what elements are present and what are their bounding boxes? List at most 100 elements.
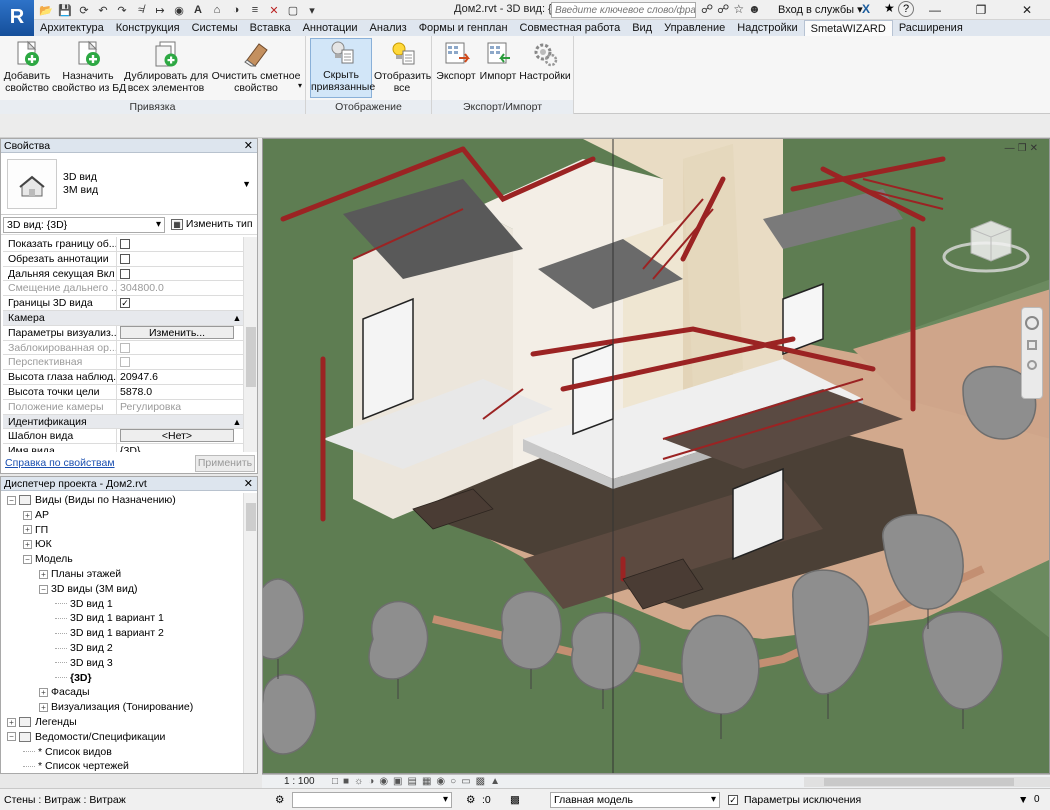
project-browser-scrollbar[interactable] — [243, 493, 257, 773]
tab-0[interactable]: Архитектура — [34, 20, 110, 36]
collapse-icon[interactable]: − — [23, 554, 32, 564]
expand-icon[interactable]: + — [23, 540, 32, 550]
text-icon[interactable]: A — [190, 3, 206, 18]
subscription-icon[interactable]: ☍ — [717, 2, 729, 16]
lock-view-icon[interactable]: ▦ — [422, 776, 431, 787]
tree-item[interactable]: + ГП — [1, 523, 243, 538]
tree-item[interactable]: − Ведомости/Спецификации — [1, 730, 243, 745]
measure-icon[interactable]: ≉ — [133, 3, 149, 18]
workset-combo[interactable] — [292, 792, 452, 808]
editable-only-icon[interactable]: ⚙ — [466, 794, 475, 806]
collapse-icon[interactable]: ▲ — [231, 311, 243, 325]
constraints-icon[interactable]: ▲ — [490, 776, 500, 787]
tab-7[interactable]: Совместная работа — [514, 20, 627, 36]
import-button[interactable]: Импорт — [478, 40, 518, 82]
expand-icon[interactable]: + — [39, 688, 48, 698]
undo-icon[interactable]: ↶ — [95, 3, 111, 18]
tab-6[interactable]: Формы и генплан — [413, 20, 514, 36]
open-icon[interactable]: 📂 — [38, 3, 54, 18]
tree-item[interactable]: 3D вид 2 — [1, 641, 243, 656]
tab-4[interactable]: Аннотации — [297, 20, 364, 36]
property-value[interactable]: {3D} — [117, 444, 243, 452]
close-icon[interactable]: ✕ — [244, 477, 253, 491]
sun-path-icon[interactable]: ☼ — [354, 776, 363, 787]
tab-10[interactable]: Надстройки — [731, 20, 803, 36]
3d-view-icon[interactable]: ⌂ — [209, 3, 225, 18]
property-section[interactable]: Идентификация ▲ — [3, 414, 243, 430]
properties-scrollbar[interactable] — [243, 237, 257, 452]
viewport-horizontal-scrollbar[interactable] — [804, 777, 1050, 787]
reveal-hidden-icon[interactable]: ○ — [450, 776, 456, 787]
instance-filter-combo[interactable]: 3D вид: {3D} — [3, 217, 165, 233]
duplicate-all-button[interactable]: Дублировать для всех элементов — [124, 40, 208, 94]
shadows-icon[interactable]: ◑ — [368, 776, 374, 787]
expand-icon[interactable]: + — [23, 525, 32, 535]
edit-type-button[interactable]: ▦ Изменить тип — [171, 218, 253, 230]
close-hidden-icon[interactable]: ✕ — [266, 3, 282, 18]
save-icon[interactable]: 💾 — [57, 3, 73, 18]
expand-icon[interactable]: + — [7, 717, 16, 727]
sign-in-button[interactable]: Вход в службы ▾ — [778, 3, 863, 16]
minimize-icon[interactable]: — — [912, 0, 958, 20]
tree-item[interactable]: * Список чертежей — [1, 759, 243, 773]
steering-wheel-icon[interactable] — [1025, 316, 1039, 330]
show-crop-icon[interactable]: ▤ — [408, 776, 417, 787]
assign-property-from-db-button[interactable]: Назначить свойство из БД — [52, 40, 126, 94]
tab-5[interactable]: Анализ — [364, 20, 413, 36]
tab-8[interactable]: Вид — [626, 20, 658, 36]
property-edit-button[interactable]: Изменить... — [120, 325, 234, 339]
tree-item[interactable]: + Фасады — [1, 685, 243, 700]
exclusions-checkbox[interactable]: ✓ — [728, 794, 738, 806]
rendering-icon[interactable]: ◉ — [379, 776, 388, 787]
property-value[interactable] — [117, 237, 243, 251]
hide-linked-button[interactable]: Скрыть привязанные — [310, 38, 375, 98]
property-section[interactable]: Камера ▲ — [3, 310, 243, 326]
binoculars-icon[interactable]: ☍ — [701, 2, 713, 16]
collapse-icon[interactable]: − — [7, 495, 16, 505]
3d-viewport[interactable]: —❐✕ — [262, 138, 1050, 774]
analytical-model-icon[interactable]: ▭ — [461, 776, 470, 787]
add-property-button[interactable]: Добавить свойство — [2, 40, 52, 94]
view-scale[interactable]: 1 : 100 — [262, 776, 318, 787]
property-checkbox[interactable] — [120, 253, 130, 264]
tree-item[interactable]: − Виды (Виды по Назначению) — [1, 493, 243, 508]
scrollbar-thumb[interactable] — [246, 503, 256, 531]
design-options-icon[interactable]: ▩ — [510, 794, 520, 806]
property-value[interactable]: 20947.6 — [117, 370, 243, 384]
tree-item[interactable]: 3D вид 1 вариант 2 — [1, 626, 243, 641]
tree-item[interactable]: 3D вид 1 вариант 1 — [1, 611, 243, 626]
tree-item[interactable]: − Модель — [1, 552, 243, 567]
tab-3[interactable]: Вставка — [244, 20, 297, 36]
worksharing-icon[interactable]: ⚙ — [275, 794, 284, 806]
tree-item[interactable]: 3D вид 1 — [1, 597, 243, 612]
highlight-displacement-icon[interactable]: ▩ — [476, 776, 485, 787]
property-value[interactable]: ✓ — [117, 296, 243, 310]
sync-icon[interactable]: ⟳ — [76, 3, 92, 18]
crop-view-icon[interactable]: ▣ — [393, 776, 402, 787]
dropdown-icon[interactable]: ▾ — [304, 3, 320, 18]
property-value[interactable]: 5878.0 — [117, 385, 243, 399]
tree-item[interactable]: + Легенды — [1, 715, 243, 730]
tag-icon[interactable]: ◉ — [171, 3, 187, 18]
search-input[interactable] — [551, 2, 696, 18]
favorites-star-icon[interactable]: ☆ — [733, 2, 744, 16]
tree-item[interactable]: * Список видов — [1, 745, 243, 760]
tree-item[interactable]: 3D вид 3 — [1, 656, 243, 671]
viewcube[interactable] — [941, 209, 1031, 279]
apply-button[interactable]: Применить — [195, 455, 255, 472]
collapse-icon[interactable]: − — [7, 732, 16, 742]
section-icon[interactable]: ◑ — [228, 3, 244, 18]
tree-item[interactable]: + Визуализация (Тонирование) — [1, 700, 243, 715]
tree-item[interactable]: −3D виды (3М вид) — [1, 582, 243, 597]
export-button[interactable]: Экспорт — [434, 40, 478, 82]
tab-12[interactable]: Расширения — [893, 20, 969, 36]
filter-icon[interactable]: ▼ — [1018, 794, 1028, 806]
tree-item[interactable]: + Планы этажей — [1, 567, 243, 582]
tree-item[interactable]: + ЮК — [1, 537, 243, 552]
thin-lines-icon[interactable]: ≡ — [247, 3, 263, 18]
property-value[interactable] — [117, 252, 243, 266]
property-checkbox[interactable] — [120, 239, 130, 249]
design-option-combo[interactable]: Главная модель — [550, 792, 720, 808]
zoom-icon[interactable] — [1027, 340, 1037, 350]
restore-icon[interactable]: ❐ — [958, 0, 1004, 20]
